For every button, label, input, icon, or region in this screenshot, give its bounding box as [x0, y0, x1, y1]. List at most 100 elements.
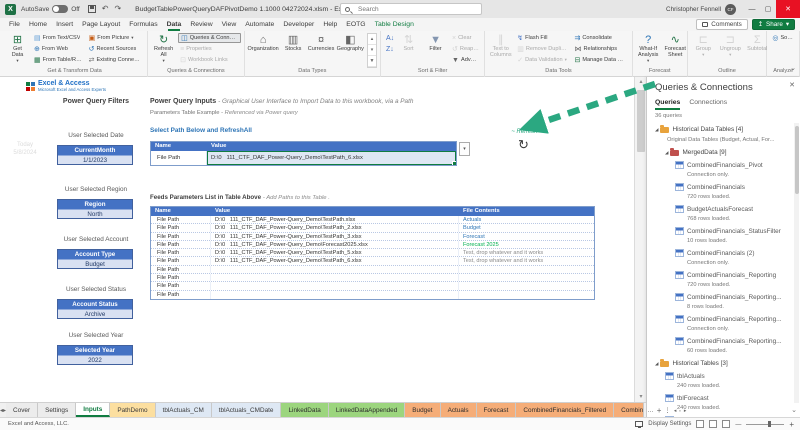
query-item-combinedfinancials-2[interactable]: CombinedFinancials (2): [647, 247, 793, 259]
query-item-combinedfinancials-statusfilter[interactable]: CombinedFinancials_StatusFilter: [647, 225, 793, 237]
param-row-value-cell-selected[interactable]: D:\0 111_CTF_DAF_Power-Query_Demo\TestPa…: [207, 151, 456, 165]
ribbon-reapply[interactable]: ↺Reapply: [450, 44, 481, 54]
hscroll-thumb[interactable]: [679, 407, 680, 414]
query-folder-historical-tables-3[interactable]: ◢Historical Tables [3]: [647, 357, 793, 370]
page-layout-view-icon[interactable]: [709, 420, 717, 428]
restore-button[interactable]: [760, 0, 776, 18]
worksheet[interactable]: Excel & Access Microsoft Excel and Acces…: [0, 77, 634, 402]
expand-triangle-icon[interactable]: ◢: [655, 361, 658, 367]
collapse-ribbon-icon[interactable]: [790, 64, 796, 72]
gallery-scrollbar[interactable]: ▴▾▼: [367, 33, 377, 68]
menu-tab-insert[interactable]: Insert: [56, 21, 73, 28]
query-folder-historical-data-tables-4[interactable]: ◢Historical Data Tables [4]: [647, 123, 793, 136]
filter-value-cell[interactable]: 1/1/2023: [58, 155, 132, 164]
paths-row-name-cell[interactable]: File Path: [151, 241, 211, 248]
sheet-tab-budget[interactable]: Budget: [405, 403, 440, 417]
sheet-tab-combinedfinancials-filtered[interactable]: CombinedFinancials_Filtered: [516, 403, 614, 417]
menu-tab-formulas[interactable]: Formulas: [129, 21, 157, 28]
more-sheets-icon[interactable]: [647, 407, 654, 414]
normal-view-icon[interactable]: [696, 420, 704, 428]
ribbon-flash-fill[interactable]: ↯Flash Fill: [515, 33, 570, 43]
sheet-tab-pathdemo[interactable]: PathDemo: [110, 403, 155, 417]
paths-row-name-cell[interactable]: File Path: [151, 274, 211, 281]
ribbon-from-picture[interactable]: ▣From Picture▾: [87, 33, 145, 43]
ribbon-solver[interactable]: ◎Solver: [770, 33, 796, 43]
ribbon-sortza-button[interactable]: Z↓: [384, 44, 394, 54]
menu-tab-data[interactable]: Data: [167, 21, 182, 28]
ribbon-filter[interactable]: ▼Filter: [423, 33, 448, 53]
ribbon-relationships[interactable]: ⋈Relationships: [572, 44, 628, 54]
filter-header-cell[interactable]: Account Status: [58, 300, 132, 309]
query-folder-mergeddata-9[interactable]: ◢MergedData [9]: [647, 146, 793, 159]
sheet-vertical-scrollbar[interactable]: [634, 77, 646, 402]
new-sheet-button[interactable]: [657, 406, 662, 415]
query-item-combinedfinancials-pivot[interactable]: CombinedFinancials_Pivot: [647, 159, 793, 171]
ribbon-forecast-sheet[interactable]: ∿Forecast Sheet: [663, 33, 688, 59]
menu-tab-page-layout[interactable]: Page Layout: [82, 21, 120, 28]
menu-tab-developer[interactable]: Developer: [283, 21, 314, 28]
ribbon-ungroup[interactable]: ⊐Ungroup▾: [718, 33, 743, 59]
query-item-combinedfinancials-reporting[interactable]: CombinedFinancials_Reporting: [647, 269, 793, 281]
menu-tab-review[interactable]: Review: [190, 21, 212, 28]
panel-scrollbar[interactable]: [794, 123, 799, 403]
ribbon-stocks[interactable]: ▥Stocks: [281, 33, 306, 53]
gallery-scroll-icon[interactable]: ▴: [368, 34, 376, 45]
search-input[interactable]: [356, 4, 476, 14]
search-box[interactable]: [340, 3, 482, 15]
ribbon-text-to-columns[interactable]: ∥Text to Columns: [488, 33, 513, 59]
page-break-view-icon[interactable]: [722, 420, 730, 428]
paths-row-value-cell[interactable]: D:\0 111_CTF_DAF_Power-Query_Demo\TestPa…: [211, 257, 459, 264]
ribbon-subtotal[interactable]: ΣSubtotal: [745, 33, 770, 53]
ribbon-queries-connections[interactable]: ◫Queries & Connections: [178, 33, 241, 43]
paths-row-value-cell[interactable]: [211, 274, 459, 281]
autosave-toggle[interactable]: [52, 5, 68, 13]
paths-header-name[interactable]: Name: [151, 207, 211, 216]
ribbon-existing-connections[interactable]: ⇄Existing Connections: [87, 55, 145, 65]
paths-row-value-cell[interactable]: D:\0 111_CTF_DAF_Power-Query_Demo\TestPa…: [211, 224, 459, 231]
paths-header-contents[interactable]: File Contents: [459, 207, 594, 216]
save-icon[interactable]: [88, 5, 96, 13]
ribbon-manage-data-model[interactable]: ⊟Manage Data Model: [572, 55, 628, 65]
paths-row-value-cell[interactable]: D:\0 111_CTF_DAF_Power-Query_Demo\TestPa…: [211, 233, 459, 240]
sheet-tab-inputs[interactable]: Inputs: [76, 403, 110, 417]
ribbon-from-text-csv[interactable]: ▤From Text/CSV: [32, 33, 85, 43]
ribbon-sortaz-button[interactable]: A↓: [384, 33, 394, 43]
query-item-combinedfinancials-reporting[interactable]: CombinedFinancials_Reporting...: [647, 313, 793, 325]
ribbon-group[interactable]: ⊏Group▾: [691, 33, 716, 59]
paths-row-name-cell[interactable]: File Path: [151, 216, 211, 223]
filter-value-cell[interactable]: Budget: [58, 259, 132, 268]
filter-header-cell[interactable]: Selected Year: [58, 346, 132, 355]
autosave-control[interactable]: AutoSave Off: [21, 5, 80, 13]
paths-row-contents-cell[interactable]: [459, 282, 594, 289]
ribbon-from-table-range[interactable]: ▦From Table/Range: [32, 55, 85, 65]
menu-tab-file[interactable]: File: [9, 21, 20, 28]
paths-row-value-cell[interactable]: D:\0 111_CTF_DAF_Power-Query_Demo\TestPa…: [211, 249, 459, 256]
gallery-scroll-icon[interactable]: ▼: [368, 56, 376, 67]
vertical-scroll-thumb[interactable]: [637, 90, 645, 152]
tab-splitter-icon[interactable]: [664, 406, 671, 414]
paths-row-value-cell[interactable]: D:\0 111_CTF_DAF_Power-Query_Demo\TestPa…: [211, 216, 459, 223]
filter-header-cell[interactable]: CurrentMonth: [58, 146, 132, 155]
panel-scroll-down-icon[interactable]: [791, 406, 797, 414]
path-dropdown-button[interactable]: [459, 142, 470, 156]
sheet-tab-linkeddata[interactable]: LinkedData: [281, 403, 328, 417]
paths-row-contents-cell[interactable]: Test, drop whatever and it works: [459, 257, 594, 264]
ribbon-consolidate[interactable]: ⇉Consolidate: [572, 33, 628, 43]
paths-row-name-cell[interactable]: File Path: [151, 257, 211, 264]
undo-icon[interactable]: [102, 5, 109, 13]
paths-row-contents-cell[interactable]: Forecast: [459, 233, 594, 240]
paths-row-contents-cell[interactable]: [459, 266, 594, 273]
paths-row-contents-cell[interactable]: Test, drop whatever and it works: [459, 249, 594, 256]
ribbon-organization[interactable]: ⌂Organization: [248, 33, 279, 53]
close-button[interactable]: [776, 0, 800, 18]
zoom-in-icon[interactable]: [789, 420, 794, 429]
filter-header-cell[interactable]: Region: [58, 200, 132, 209]
query-item-combinedfinancials[interactable]: CombinedFinancials: [647, 181, 793, 193]
paths-row-contents-cell[interactable]: [459, 291, 594, 299]
menu-tab-help[interactable]: Help: [323, 21, 337, 28]
sheet-tab-settings[interactable]: Settings: [38, 403, 76, 417]
tab-queries[interactable]: Queries: [655, 99, 680, 110]
paths-row-contents-cell[interactable]: Budget: [459, 224, 594, 231]
hscroll-right-icon[interactable]: [684, 407, 687, 414]
paths-row-name-cell[interactable]: File Path: [151, 224, 211, 231]
